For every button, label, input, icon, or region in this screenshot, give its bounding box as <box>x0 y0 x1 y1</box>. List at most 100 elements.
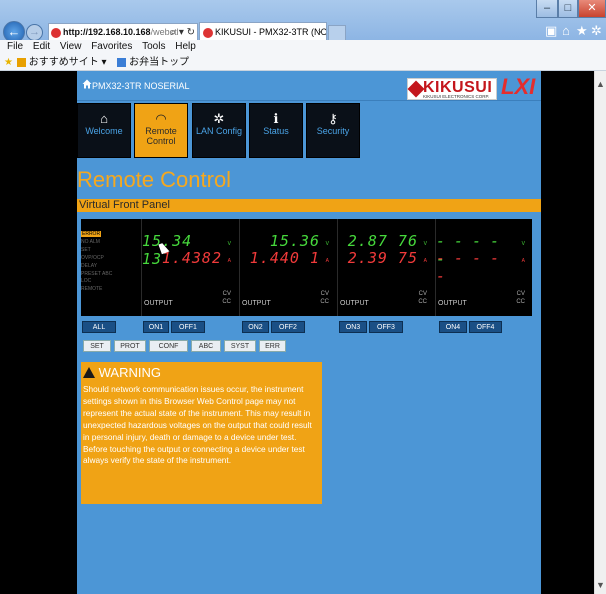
scroll-up-icon[interactable]: ▲ <box>596 79 605 89</box>
ch1-cc: CC <box>222 299 231 305</box>
address-controls[interactable]: ⌕ ▾ ↻ <box>170 24 195 41</box>
warning-title-text: WARNING <box>98 365 161 380</box>
browser-titlebar: – □ ✕ ← → http://192.168.10.168/webctl ⌕… <box>0 0 606 43</box>
ch2-voltage-unit: V <box>325 241 329 247</box>
arrow-left-icon: ← <box>7 24 21 39</box>
page-scrollbar[interactable]: ▲ ▼ <box>594 71 606 594</box>
ch2-cc: CC <box>320 299 329 305</box>
syst-button[interactable]: SYST <box>224 340 256 352</box>
on3-button[interactable]: ON3 <box>339 321 367 333</box>
ch3-output: OUTPUT <box>340 300 369 307</box>
favorites-item-recommended[interactable]: おすすめサイト ▾ <box>29 57 107 68</box>
tab-title: KIKUSUI - PMX32-3TR (NOS... <box>215 27 327 37</box>
ch3-current-unit: A <box>423 258 427 264</box>
ch1-current-unit: A <box>227 258 231 264</box>
ch2-cv: CV <box>320 291 329 297</box>
abc-button[interactable]: ABC <box>191 340 221 352</box>
web-page: PMX32-3TR NOSERIAL KIKUSUI KIKUSUI ELECT… <box>77 71 541 594</box>
ch2-voltage: 15.36 <box>269 232 320 250</box>
ch4-cv: CV <box>516 291 525 297</box>
ch2-current: 1.440 1 <box>249 249 320 267</box>
tab-label: Remote Control <box>145 126 177 146</box>
menu-tools[interactable]: Tools <box>142 40 165 54</box>
set-button[interactable]: SET <box>83 340 111 352</box>
favorites-item-bento[interactable]: お弁当トップ <box>129 57 189 68</box>
warning-title: WARNING <box>83 365 320 380</box>
nav-tabs: ⌂ Welcome ◠ Remote Control ✲ LAN Config … <box>77 103 541 158</box>
on1-button[interactable]: ON1 <box>143 321 169 333</box>
menu-edit[interactable]: Edit <box>33 40 50 54</box>
all-button[interactable]: ALL <box>82 321 116 333</box>
on2-button[interactable]: ON2 <box>242 321 269 333</box>
ch4-output: OUTPUT <box>438 300 467 307</box>
ch4-current: - - - - - <box>436 249 500 285</box>
off2-button[interactable]: OFF2 <box>271 321 305 333</box>
tab-favicon-icon <box>203 28 213 38</box>
info-icon: ℹ <box>273 111 279 126</box>
off1-button[interactable]: OFF1 <box>171 321 205 333</box>
browser-tab[interactable]: KIKUSUI - PMX32-3TR (NOS... × <box>199 22 327 42</box>
settings-gear-icon[interactable]: ✲ <box>591 23 602 39</box>
tab-status[interactable]: ℹ Status <box>249 103 303 158</box>
gauge-icon: ◠ <box>155 111 167 126</box>
ch1-output: OUTPUT <box>144 300 173 307</box>
status-ovp-ocp: OVP/OCP <box>81 254 104 261</box>
warning-box: WARNING Should network communication iss… <box>81 362 322 504</box>
site-favicon-icon <box>51 28 61 38</box>
forward-button[interactable]: → <box>26 24 43 41</box>
warning-triangle-icon <box>83 367 95 378</box>
off3-button[interactable]: OFF3 <box>369 321 403 333</box>
tab-remote-control[interactable]: ◠ Remote Control <box>134 103 188 158</box>
close-window-button[interactable]: ✕ <box>578 0 606 18</box>
page-title: Remote Control <box>77 167 232 192</box>
minimize-button[interactable]: – <box>536 0 558 18</box>
logo-corp: KIKUSUI ELECTRONICS CORP. <box>423 94 490 99</box>
ch1-current: 1.4382 <box>161 249 222 267</box>
menu-view[interactable]: View <box>60 40 82 54</box>
maximize-button[interactable]: □ <box>558 0 578 18</box>
page-header: PMX32-3TR NOSERIAL KIKUSUI KIKUSUI ELECT… <box>77 73 541 101</box>
kikusui-logo: KIKUSUI KIKUSUI ELECTRONICS CORP. LXI <box>407 74 535 101</box>
home-icon: ⌂ <box>100 111 108 126</box>
favorites-page-icon <box>117 57 127 67</box>
on4-button[interactable]: ON4 <box>439 321 467 333</box>
ch3-current: 2.39 75 <box>347 249 418 267</box>
prot-button[interactable]: PROT <box>114 340 146 352</box>
home-icon <box>82 79 92 89</box>
channel-1-display: 15.34 13 V 1.4382 A CV CC OUTPUT <box>141 219 237 316</box>
off4-button[interactable]: OFF4 <box>469 321 502 333</box>
favorites-star-icon[interactable]: ★ <box>4 57 13 68</box>
warning-text: Should network communication issues occu… <box>83 384 312 466</box>
home-icon[interactable]: ⌂ <box>562 23 570 38</box>
menu-help[interactable]: Help <box>175 40 196 54</box>
ch2-output: OUTPUT <box>242 300 271 307</box>
conf-button[interactable]: CONF <box>149 340 188 352</box>
tab-security[interactable]: ⚷ Security <box>306 103 360 158</box>
scroll-down-icon[interactable]: ▼ <box>596 580 605 590</box>
menu-file[interactable]: File <box>7 40 23 54</box>
section-header: Virtual Front Panel <box>77 199 541 212</box>
menu-favorites[interactable]: Favorites <box>91 40 132 54</box>
ch4-cc: CC <box>516 299 525 305</box>
gear-icon: ✲ <box>213 111 225 126</box>
ch3-voltage-unit: V <box>423 241 427 247</box>
ch4-current-unit: A <box>521 258 525 264</box>
kikusui-symbol-icon <box>407 80 425 98</box>
translate-icon[interactable]: ▣ <box>545 23 557 39</box>
tab-label: LAN Config <box>195 126 243 136</box>
tab-lan-config[interactable]: ✲ LAN Config <box>192 103 246 158</box>
favorites-star-icon[interactable]: ★ <box>576 23 588 39</box>
channel-2-display: 15.36 V 1.440 1 A CV CC OUTPUT <box>239 219 335 316</box>
ch3-cv: CV <box>418 291 427 297</box>
channel-3-display: 2.87 76 V 2.39 75 A CV CC OUTPUT <box>337 219 433 316</box>
menu-bar: File Edit View Favorites Tools Help <box>0 40 606 55</box>
err-button[interactable]: ERR <box>259 340 286 352</box>
favorites-bar: ★ おすすめサイト ▾ お弁当トップ <box>0 55 606 71</box>
tab-welcome[interactable]: ⌂ Welcome <box>77 103 131 158</box>
ch3-voltage: 2.87 76 <box>347 232 418 250</box>
url-host: http://192.168.10.168 <box>63 27 151 37</box>
tab-close-button[interactable]: × <box>318 23 323 41</box>
status-preset-abc: PRESET ABC <box>81 270 113 277</box>
device-title: PMX32-3TR NOSERIAL <box>92 81 190 91</box>
status-loc: LOC <box>81 278 92 285</box>
